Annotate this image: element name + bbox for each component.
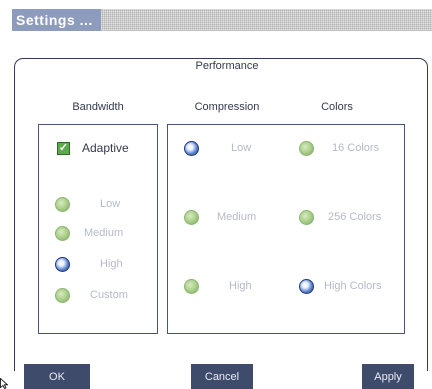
- bandwidth-option-custom[interactable]: Custom: [55, 285, 128, 305]
- adaptive-checkbox[interactable]: ✓: [57, 141, 70, 155]
- bandwidth-low-radio[interactable]: [55, 196, 70, 212]
- compression-high-label: High: [229, 280, 252, 292]
- compression-medium-label: Medium: [217, 211, 257, 223]
- bandwidth-option-low[interactable]: Low: [55, 194, 120, 214]
- bandwidth-medium-label: Medium: [84, 227, 124, 239]
- compression-medium-radio[interactable]: [184, 209, 199, 225]
- ok-button[interactable]: OK: [24, 364, 90, 389]
- bandwidth-custom-label: Custom: [90, 289, 128, 301]
- bandwidth-custom-radio[interactable]: [55, 287, 70, 303]
- adaptive-label: Adaptive: [82, 141, 129, 155]
- compression-option-low[interactable]: Low: [184, 138, 251, 158]
- settings-dialog: Settings ... Performance Bandwidth Compr…: [0, 0, 432, 389]
- bandwidth-low-label: Low: [100, 198, 121, 210]
- apply-button[interactable]: Apply: [362, 364, 414, 389]
- compression-option-medium[interactable]: Medium: [184, 207, 256, 227]
- colors-option-256[interactable]: 256 Colors: [299, 207, 381, 227]
- colors-16-radio[interactable]: [299, 140, 314, 156]
- colors-header: Colors: [321, 101, 353, 113]
- colors-16-label: 16 Colors: [332, 142, 380, 154]
- bandwidth-high-radio[interactable]: [55, 256, 70, 272]
- compression-option-high[interactable]: High: [184, 276, 252, 296]
- colors-256-radio[interactable]: [299, 209, 314, 225]
- colors-option-16[interactable]: 16 Colors: [299, 138, 379, 158]
- adaptive-checkbox-row[interactable]: ✓ Adaptive: [57, 138, 129, 158]
- compression-low-radio[interactable]: [184, 140, 199, 156]
- colors-high-label: High Colors: [324, 280, 382, 292]
- bandwidth-header: Bandwidth: [72, 101, 124, 113]
- cancel-button[interactable]: Cancel: [191, 364, 253, 389]
- compression-high-radio[interactable]: [184, 278, 199, 294]
- colors-option-high[interactable]: High Colors: [299, 276, 381, 296]
- dialog-title: Settings ...: [12, 9, 101, 31]
- bandwidth-option-high[interactable]: High: [55, 254, 123, 274]
- bandwidth-high-label: High: [100, 258, 123, 270]
- bandwidth-medium-radio[interactable]: [55, 225, 70, 241]
- bandwidth-option-medium[interactable]: Medium: [55, 223, 123, 243]
- compression-low-label: Low: [231, 142, 252, 154]
- title-bar[interactable]: Settings ...: [12, 9, 432, 31]
- performance-group-label: Performance: [195, 60, 259, 72]
- compression-header: Compression: [194, 101, 260, 113]
- colors-256-label: 256 Colors: [328, 211, 382, 223]
- colors-high-radio[interactable]: [299, 278, 314, 294]
- mouse-pointer-icon: [0, 378, 8, 389]
